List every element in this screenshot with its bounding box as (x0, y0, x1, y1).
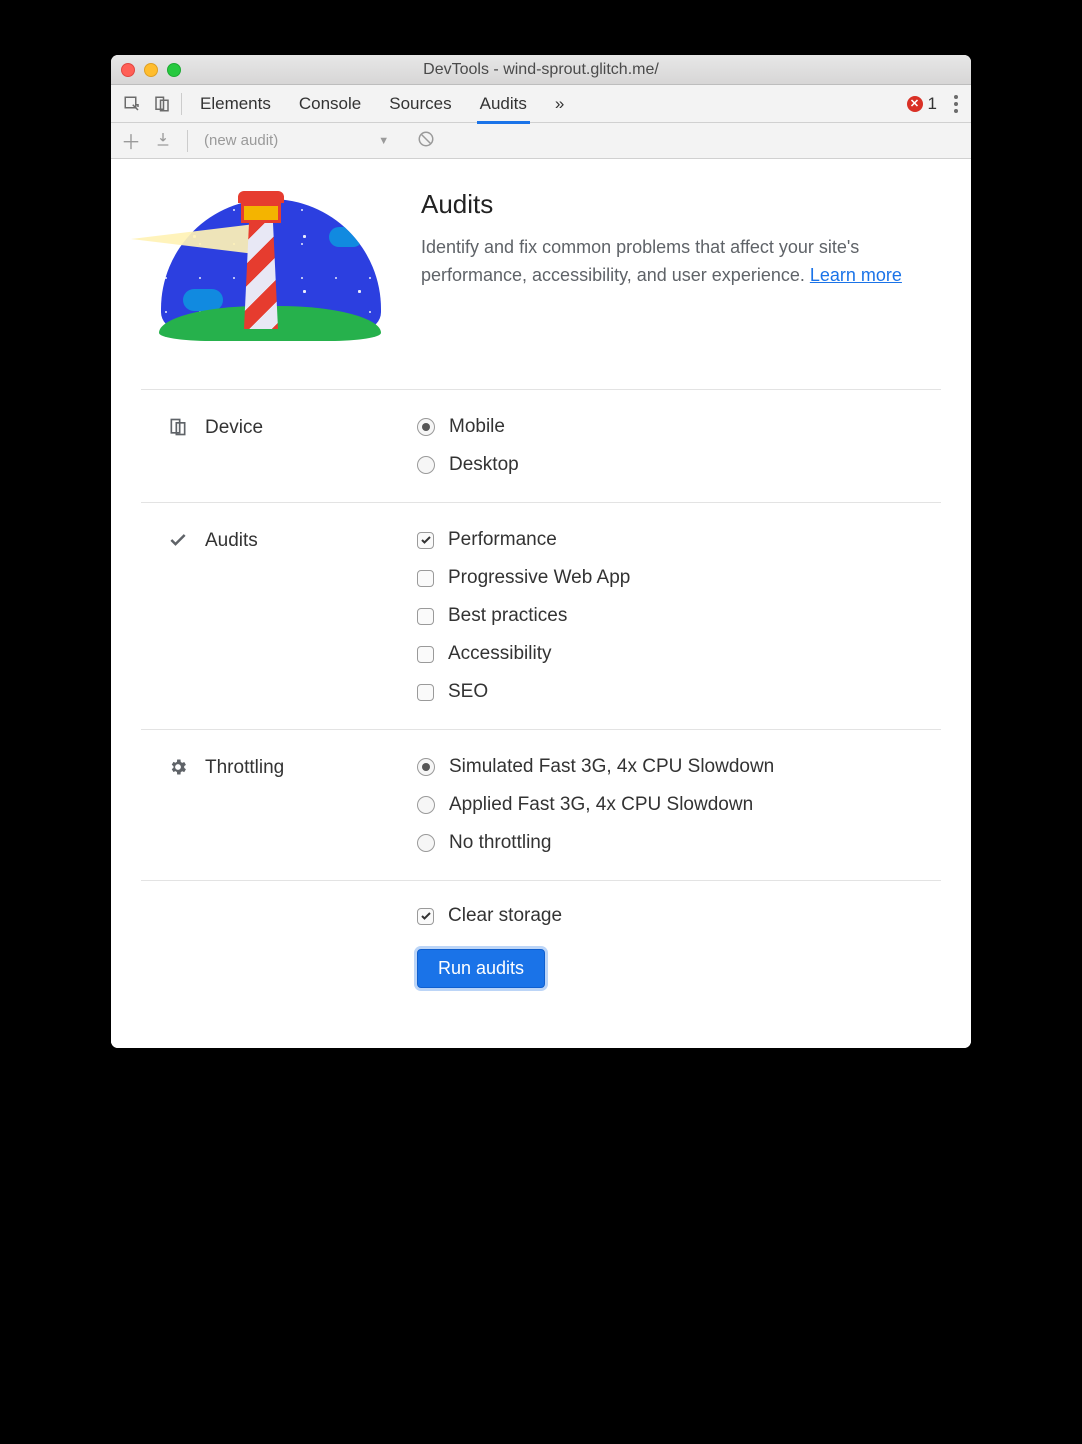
option-label: Simulated Fast 3G, 4x CPU Slowdown (449, 756, 774, 778)
gear-icon (167, 757, 189, 777)
page-description: Identify and fix common problems that af… (421, 234, 941, 290)
device-toggle-icon[interactable] (147, 95, 177, 113)
audits-panel: Audits Identify and fix common problems … (111, 159, 971, 1048)
zoom-window-button[interactable] (167, 63, 181, 77)
audit-select[interactable]: (new audit) ▼ (204, 132, 389, 149)
device-option-mobile[interactable]: Mobile (417, 416, 941, 438)
clear-storage-option[interactable]: Clear storage (417, 905, 941, 927)
lighthouse-illustration (141, 189, 381, 359)
check-icon (167, 530, 189, 550)
option-label: Performance (448, 529, 557, 551)
section-device: Device Mobile Desktop (141, 389, 941, 502)
run-audits-button[interactable]: Run audits (417, 949, 545, 988)
download-icon[interactable] (155, 131, 171, 151)
throttling-option-applied[interactable]: Applied Fast 3G, 4x CPU Slowdown (417, 794, 941, 816)
new-audit-icon[interactable]: ＋ (121, 126, 141, 155)
window-controls (121, 63, 181, 77)
option-label: Accessibility (448, 643, 551, 665)
radio-icon (417, 456, 435, 474)
throttling-label: Throttling (205, 757, 284, 779)
audit-option-seo[interactable]: SEO (417, 681, 941, 703)
chevron-down-icon: ▼ (378, 135, 389, 147)
option-label: Clear storage (448, 905, 562, 927)
tabs-overflow[interactable]: » (555, 86, 564, 122)
window-title: DevTools - wind-sprout.glitch.me/ (111, 61, 971, 79)
tab-console[interactable]: Console (299, 86, 361, 122)
inspect-element-icon[interactable] (117, 95, 147, 113)
throttling-option-simulated[interactable]: Simulated Fast 3G, 4x CPU Slowdown (417, 756, 941, 778)
checkbox-icon (417, 908, 434, 925)
device-option-desktop[interactable]: Desktop (417, 454, 941, 476)
option-label: SEO (448, 681, 488, 703)
run-row: Clear storage Run audits (141, 880, 941, 998)
option-label: Desktop (449, 454, 519, 476)
audit-option-accessibility[interactable]: Accessibility (417, 643, 941, 665)
error-count: 1 (928, 94, 937, 114)
panel-tabs: Elements Console Sources Audits » (200, 86, 564, 122)
error-badge[interactable]: ✕ 1 (907, 94, 937, 114)
tab-sources[interactable]: Sources (389, 86, 451, 122)
separator (187, 130, 188, 152)
option-label: Mobile (449, 416, 505, 438)
checkbox-icon (417, 570, 434, 587)
radio-icon (417, 418, 435, 436)
close-window-button[interactable] (121, 63, 135, 77)
devtools-window: DevTools - wind-sprout.glitch.me/ Elemen… (111, 55, 971, 1048)
error-icon: ✕ (907, 96, 923, 112)
radio-icon (417, 758, 435, 776)
separator (181, 93, 182, 115)
tab-audits[interactable]: Audits (480, 86, 527, 122)
device-label: Device (205, 417, 263, 439)
settings-menu-button[interactable] (947, 91, 965, 117)
checkbox-icon (417, 532, 434, 549)
audit-option-pwa[interactable]: Progressive Web App (417, 567, 941, 589)
audits-toolbar: ＋ (new audit) ▼ (111, 123, 971, 159)
audit-option-best-practices[interactable]: Best practices (417, 605, 941, 627)
section-throttling: Throttling Simulated Fast 3G, 4x CPU Slo… (141, 729, 941, 880)
option-label: Best practices (448, 605, 567, 627)
checkbox-icon (417, 608, 434, 625)
learn-more-link[interactable]: Learn more (810, 265, 902, 285)
devtools-tabstrip: Elements Console Sources Audits » ✕ 1 (111, 85, 971, 123)
option-label: No throttling (449, 832, 551, 854)
page-title: Audits (421, 189, 941, 220)
checkbox-icon (417, 646, 434, 663)
device-icon (167, 417, 189, 437)
option-label: Applied Fast 3G, 4x CPU Slowdown (449, 794, 753, 816)
option-label: Progressive Web App (448, 567, 630, 589)
desc-text: Identify and fix common problems that af… (421, 237, 859, 285)
radio-icon (417, 796, 435, 814)
clear-icon[interactable] (417, 130, 435, 152)
radio-icon (417, 834, 435, 852)
audits-label: Audits (205, 530, 258, 552)
audit-select-label: (new audit) (204, 132, 278, 149)
titlebar: DevTools - wind-sprout.glitch.me/ (111, 55, 971, 85)
tab-elements[interactable]: Elements (200, 86, 271, 122)
throttling-option-none[interactable]: No throttling (417, 832, 941, 854)
hero: Audits Identify and fix common problems … (141, 189, 941, 389)
section-audits: Audits Performance Progressive Web App B… (141, 502, 941, 729)
checkbox-icon (417, 684, 434, 701)
minimize-window-button[interactable] (144, 63, 158, 77)
audit-option-performance[interactable]: Performance (417, 529, 941, 551)
